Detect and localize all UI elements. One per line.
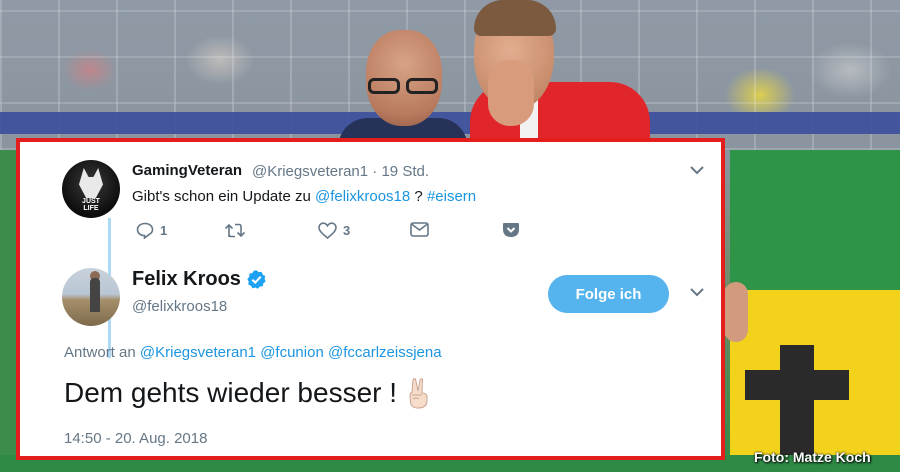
tweet1-display-name[interactable]: GamingVeteran xyxy=(132,162,242,179)
photo-credit: Foto: Matze Koch xyxy=(754,449,871,465)
tweet1-text: Gibt's schon ein Update zu @felixkroos18… xyxy=(132,188,476,205)
victory-hand-icon xyxy=(403,376,435,410)
avatar-text-line1: JUST xyxy=(82,198,100,205)
tweet1-text-prefix: Gibt's schon ein Update zu xyxy=(132,188,315,205)
tweet1-mention[interactable]: @felixkroos18 xyxy=(315,188,410,205)
reply-icon xyxy=(136,222,154,239)
tweet2-handle[interactable]: @felixkroos18 xyxy=(132,298,227,315)
tweet1-hashtag[interactable]: #eisern xyxy=(427,188,476,205)
avatar-text-line2: LIFE xyxy=(83,205,99,212)
tweet1-time[interactable]: 19 Std. xyxy=(381,163,429,180)
reply-action[interactable]: 1 xyxy=(136,222,167,239)
reply-to-mention[interactable]: @fcunion xyxy=(260,344,324,361)
retweet-action[interactable] xyxy=(224,222,246,239)
reply-count: 1 xyxy=(160,223,168,238)
retweet-icon xyxy=(224,222,246,239)
chevron-down-icon[interactable] xyxy=(690,288,704,297)
like-icon xyxy=(318,222,337,239)
direct-message-action[interactable] xyxy=(410,222,429,237)
board-graphic-horizontal xyxy=(745,370,849,400)
reply-to-mention[interactable]: @Kriegsveteran1 xyxy=(140,344,256,361)
verified-badge-icon xyxy=(246,269,267,295)
tweet1-meta: @Kriegsveteran1 · 19 Std. xyxy=(252,163,429,180)
avatar-gamingveteran[interactable]: JUST LIFE xyxy=(62,160,120,218)
tweet1-text-middle: ? xyxy=(410,188,427,205)
tweet-card: JUST LIFE GamingVeteran @Kriegsveteran1 … xyxy=(16,138,725,460)
tweet1-separator: · xyxy=(372,163,378,180)
reply-to-mention[interactable]: @fccarlzeissjena xyxy=(328,344,442,361)
avatar-felixkroos[interactable] xyxy=(62,268,120,326)
like-count: 3 xyxy=(343,223,351,238)
reply-to-line: Antwort an @Kriegsveteran1 @fcunion @fcc… xyxy=(64,344,442,361)
pitch xyxy=(730,150,900,290)
player-hair xyxy=(474,0,556,36)
tweet2-text-row: Dem gehts wieder besser ! xyxy=(64,376,435,410)
tweet1-handle[interactable]: @Kriegsveteran1 xyxy=(252,163,368,180)
chevron-down-icon[interactable] xyxy=(690,166,704,175)
pocket-icon xyxy=(502,222,520,238)
player-hand xyxy=(488,60,534,126)
reply-to-prefix: Antwort an xyxy=(64,344,136,361)
glasses xyxy=(364,78,446,98)
wolf-logo-icon xyxy=(79,168,103,198)
direct-message-icon xyxy=(410,222,429,237)
tweet2-timestamp[interactable]: 14:50 - 20. Aug. 2018 xyxy=(64,430,207,447)
follow-button[interactable]: Folge ich xyxy=(548,275,669,313)
tweet2-text: Dem gehts wieder besser ! xyxy=(64,377,398,408)
like-action[interactable]: 3 xyxy=(318,222,350,239)
tweet2-display-name[interactable]: Felix Kroos xyxy=(132,268,241,291)
pocket-action[interactable] xyxy=(502,222,520,238)
player-arm xyxy=(724,282,748,342)
